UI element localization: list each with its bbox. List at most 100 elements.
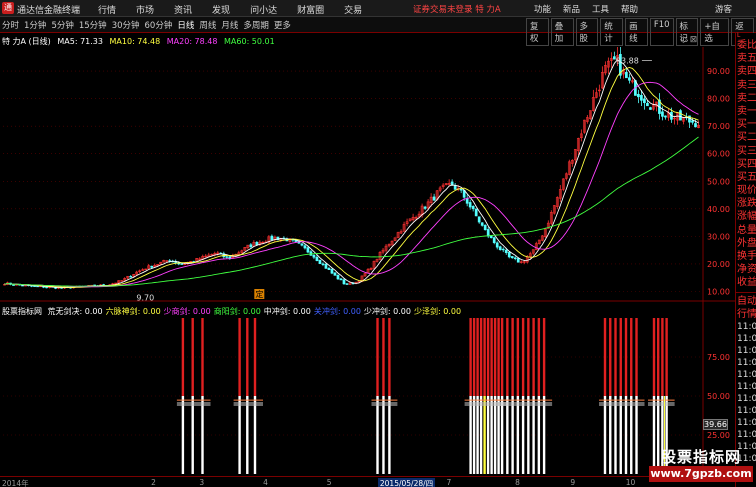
menu-ask[interactable]: 问小达 <box>250 3 277 16</box>
signal-bar-white <box>624 396 628 474</box>
period-tabs: 分时 1分钟 5分钟 15分钟 30分钟 60分钟 日线 周线 月线 多周期 更… <box>2 19 296 31</box>
signal-bar-white <box>490 396 493 474</box>
guest-label[interactable]: 游客 <box>715 3 732 15</box>
tab-60min[interactable]: 60分钟 <box>145 19 173 31</box>
signal-bar-red <box>609 318 612 396</box>
sidebar-tick-time: 11:08 <box>737 393 756 404</box>
menu-new[interactable]: 新品 <box>563 3 580 15</box>
signal-bar-white <box>630 396 633 474</box>
signal-bar-white <box>532 396 535 474</box>
menu-help[interactable]: 帮助 <box>621 3 638 15</box>
signal-bar-white <box>619 396 622 474</box>
sidebar-quote-item-6[interactable]: 买一 <box>736 118 756 131</box>
signal-bar-white <box>527 396 530 474</box>
tab-15min[interactable]: 15分钟 <box>79 19 107 31</box>
low-price-label: 9.70 <box>136 293 154 302</box>
sidebar-quote-item-16[interactable]: 换手 <box>736 250 756 263</box>
sidebar-quote-item-11[interactable]: 现价 <box>736 184 756 197</box>
candle-body <box>12 284 15 286</box>
sidebar-auto-item-1[interactable]: 行情 <box>736 308 756 321</box>
tab-5min[interactable]: 5分钟 <box>51 19 73 31</box>
chart-option-icon[interactable]: ◇ ⊠ <box>680 35 697 45</box>
period-toolbar: 分时 1分钟 5分钟 15分钟 30分钟 60分钟 日线 周线 月线 多周期 更… <box>0 17 756 46</box>
indicator-chart[interactable]: 75.00 50.00 25.00 <box>0 302 735 476</box>
login-notice[interactable]: 证券交易未登录 特 力A <box>413 3 501 15</box>
candle-body <box>225 256 229 258</box>
signal-bar-red <box>652 318 656 396</box>
chart-tools: 复权 叠加 多股 统计 画线 F10 标记 +自选 返回 <box>526 18 756 46</box>
sidebar-quote-item-8[interactable]: 买三 <box>736 145 756 158</box>
add-watchlist-button[interactable]: +自选 <box>700 18 730 46</box>
right-menu: 功能 新品 工具 帮助 <box>534 3 650 15</box>
menu-function[interactable]: 功能 <box>534 3 551 15</box>
candle-body <box>501 248 505 251</box>
multi-stock-button[interactable]: 多股 <box>575 18 599 46</box>
candle-body <box>477 216 481 223</box>
menu-tools[interactable]: 工具 <box>592 3 609 15</box>
sidebar-quote-item-17[interactable]: 净资 <box>736 263 756 276</box>
signal-bar-white <box>388 396 391 474</box>
adjust-button[interactable]: 复权 <box>526 18 549 46</box>
candle-body <box>664 115 667 118</box>
price-tick-label: 20.00 <box>707 260 730 269</box>
signal-bar-red <box>516 318 520 396</box>
sidebar-tick-time: 11:08 <box>737 321 756 332</box>
price-tick-label: 80.00 <box>707 95 730 104</box>
sidebar-quote-item-4[interactable]: 卖二 <box>736 92 756 105</box>
signal-bar-red <box>665 318 668 396</box>
sidebar-quote-item-15[interactable]: 外盘 <box>736 237 756 250</box>
sidebar-quote-item-5[interactable]: 卖一 <box>736 105 756 118</box>
main-chart-legend: 特 力A (日线) MA5: 71.33 MA10: 74.48 MA20: 7… <box>2 36 279 46</box>
candle-body <box>646 102 649 107</box>
tab-30min[interactable]: 30分钟 <box>112 19 140 31</box>
candle-body <box>333 272 337 276</box>
candle-body <box>330 269 334 274</box>
sidebar-quote-item-2[interactable]: 卖四 <box>736 65 756 78</box>
candle-body <box>625 71 628 79</box>
menu-market[interactable]: 市场 <box>136 3 154 16</box>
tab-multi-period[interactable]: 多周期 <box>243 19 269 31</box>
sidebar-quote-item-18[interactable]: 收益 <box>736 276 756 289</box>
f10-button[interactable]: F10 <box>649 18 674 46</box>
menu-quotes[interactable]: 行情 <box>98 3 116 16</box>
sidebar-quote-item-13[interactable]: 涨幅 <box>736 210 756 223</box>
price-chart[interactable]: 10.00 20.00 30.00 40.00 50.00 60.00 70.00 80.00… <box>0 47 735 302</box>
sidebar-quote-item-12[interactable]: 涨跌 <box>736 197 756 210</box>
tab-weekly[interactable]: 周线 <box>199 19 216 31</box>
signal-bar-red <box>388 318 391 396</box>
signal-bar-red <box>624 318 628 396</box>
signal-bar-red <box>657 318 660 396</box>
candle-body <box>345 283 349 285</box>
menu-discover[interactable]: 发现 <box>212 3 230 16</box>
signal-bar-red <box>486 318 490 396</box>
sidebar-quote-item-3[interactable]: 卖三 <box>736 79 756 92</box>
tab-intraday[interactable]: 分时 <box>2 19 19 31</box>
draw-line-button[interactable]: 画线 <box>625 18 648 46</box>
sidebar-quote-item-7[interactable]: 买二 <box>736 131 756 144</box>
tab-more[interactable]: 更多 <box>274 19 291 31</box>
sidebar-quote-item-0[interactable]: 委比 <box>736 39 756 52</box>
candle-body <box>661 111 664 117</box>
high-price-label: 93.88 <box>616 56 639 65</box>
sidebar-quote-item-1[interactable]: 卖五 <box>736 52 756 65</box>
menu-wealth[interactable]: 财富圈 <box>297 3 324 16</box>
signal-bar-white <box>246 396 249 474</box>
signal-bar-white <box>483 396 486 474</box>
sidebar-quote-item-9[interactable]: 买四 <box>736 158 756 171</box>
sidebar-quote-item-14[interactable]: 总量 <box>736 224 756 237</box>
ding-marker-label: 定 <box>255 289 263 299</box>
time-axis-label-0: 2014年 <box>2 479 29 487</box>
overlay-button[interactable]: 叠加 <box>550 18 574 46</box>
tab-daily[interactable]: 日线 <box>177 19 194 31</box>
sidebar-quote-item-10[interactable]: 买五 <box>736 171 756 184</box>
sidebar-tick-time: 11:08 <box>737 381 756 392</box>
tab-monthly[interactable]: 月线 <box>221 19 238 31</box>
indicator-tick-label: 25.00 <box>707 431 730 440</box>
ma10-value: MA10: 74.48 <box>109 37 161 46</box>
sidebar-auto-item-0[interactable]: 自动 <box>736 295 756 308</box>
menu-news[interactable]: 资讯 <box>174 3 192 16</box>
menu-trade[interactable]: 交易 <box>344 3 362 16</box>
signal-bar-red <box>537 318 541 396</box>
tab-1min[interactable]: 1分钟 <box>24 19 46 31</box>
stats-button[interactable]: 统计 <box>600 18 624 46</box>
